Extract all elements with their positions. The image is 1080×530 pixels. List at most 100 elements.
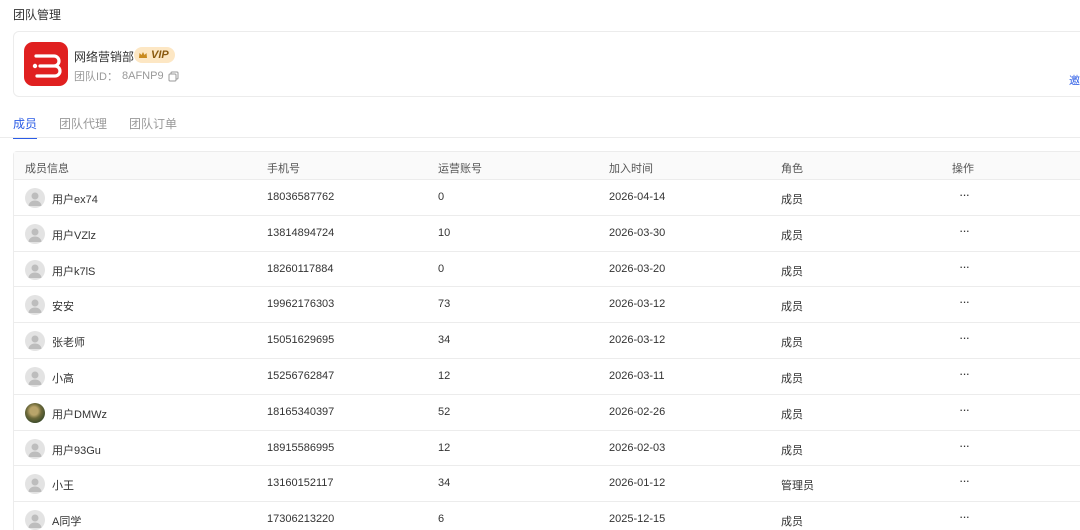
table-row: 张老师 15051629695 34 2026-03-12 成员 ··· <box>14 323 1080 359</box>
table-row: 用户DMWz 18165340397 52 2026-02-26 成员 ··· <box>14 395 1080 431</box>
table-body: 用户ex74 18036587762 0 2026-04-14 成员 ··· 用户VZlz 1… <box>14 180 1080 530</box>
member-role: 成员 <box>781 301 803 314</box>
avatar <box>25 331 45 352</box>
crown-icon <box>138 50 148 60</box>
member-name: 小王 <box>52 480 74 493</box>
avatar <box>25 474 45 495</box>
tab-team-orders[interactable]: 团队订单 <box>129 115 177 139</box>
table-row: A同学 17306213220 6 2025-12-15 成员 ··· <box>14 502 1080 530</box>
member-role: 成员 <box>781 516 803 529</box>
member-phone: 19962176303 <box>267 298 335 311</box>
header-role: 角色 <box>781 163 803 175</box>
member-joined: 2026-04-14 <box>609 191 666 203</box>
member-name: 安安 <box>52 301 74 314</box>
member-role: 成员 <box>781 408 803 421</box>
avatar <box>25 295 45 316</box>
member-accounts: 0 <box>438 191 445 203</box>
member-phone: 18260117884 <box>267 262 334 275</box>
member-accounts: 34 <box>438 334 451 347</box>
avatar <box>25 188 45 208</box>
tab-members[interactable]: 成员 <box>13 115 38 139</box>
team-id-label: 团队ID： <box>74 71 118 83</box>
member-phone: 13160152117 <box>267 477 334 490</box>
member-joined: 2026-02-03 <box>609 441 666 454</box>
avatar <box>25 259 45 280</box>
more-actions-button[interactable]: ··· <box>959 366 970 381</box>
member-joined: 2026-01-12 <box>609 477 666 490</box>
member-name: A同学 <box>52 516 82 529</box>
member-role: 成员 <box>781 194 803 206</box>
table-row: 用户k7lS 18260117884 0 2026-03-20 成员 ··· <box>14 252 1080 288</box>
member-role: 成员 <box>781 265 803 278</box>
member-phone: 18036587762 <box>267 191 335 203</box>
member-joined: 2026-03-12 <box>609 298 666 311</box>
table-row: 安安 19962176303 73 2026-03-12 成员 ··· <box>14 287 1080 324</box>
member-role: 成员 <box>781 229 803 242</box>
member-name: 用户93Gu <box>52 444 101 457</box>
more-actions-button[interactable]: ··· <box>959 509 970 524</box>
avatar <box>25 438 45 459</box>
team-id-value: 8AFNP9 <box>122 70 164 82</box>
vip-badge: VIP <box>134 47 175 63</box>
table-row: 用户ex74 18036587762 0 2026-04-14 成员 ··· <box>14 180 1080 216</box>
member-phone: 15051629695 <box>267 334 335 347</box>
vip-label: VIP <box>151 49 169 61</box>
member-phone: 17306213220 <box>267 513 335 526</box>
member-accounts: 12 <box>438 441 451 454</box>
member-name: 用户k7lS <box>52 265 96 278</box>
member-role: 管理员 <box>781 480 814 493</box>
member-joined: 2026-03-12 <box>609 334 666 347</box>
tab-bar: 成员 团队代理 团队订单 <box>13 115 177 139</box>
tabs-divider <box>0 137 1080 138</box>
header-member-info: 成员信息 <box>25 163 69 175</box>
member-phone: 15256762847 <box>267 369 335 382</box>
member-phone: 13814894724 <box>267 226 335 239</box>
member-joined: 2026-03-30 <box>609 226 666 239</box>
member-name: 用户ex74 <box>52 194 98 206</box>
tab-team-agents[interactable]: 团队代理 <box>59 115 107 139</box>
header-phone: 手机号 <box>267 163 300 175</box>
table-row: 小王 13160152117 34 2026-01-12 管理员 ··· <box>14 466 1080 503</box>
avatar <box>25 223 45 244</box>
member-joined: 2026-03-20 <box>609 262 666 275</box>
member-name: 用户VZlz <box>52 229 96 242</box>
more-actions-button[interactable]: ··· <box>959 330 970 345</box>
avatar <box>25 402 45 423</box>
header-accounts: 运营账号 <box>438 163 482 175</box>
table-header: 成员信息 手机号 运营账号 加入时间 角色 操作 <box>14 152 1080 180</box>
avatar <box>25 510 45 530</box>
member-accounts: 73 <box>438 298 451 311</box>
member-accounts: 10 <box>438 226 451 239</box>
team-id: 团队ID： 8AFNP9 <box>74 68 179 84</box>
member-accounts: 6 <box>438 513 445 526</box>
member-joined: 2025-12-15 <box>609 513 666 526</box>
more-actions-button[interactable]: ··· <box>959 402 970 417</box>
table-row: 用户93Gu 18915586995 12 2026-02-03 成员 ··· <box>14 431 1080 467</box>
more-actions-button[interactable]: ··· <box>959 187 970 202</box>
more-actions-button[interactable]: ··· <box>959 473 970 488</box>
member-accounts: 12 <box>438 369 451 382</box>
member-phone: 18165340397 <box>267 405 335 418</box>
page-title: 团队管理 <box>13 8 62 22</box>
table-row: 用户VZlz 13814894724 10 2026-03-30 成员 ··· <box>14 216 1080 252</box>
member-role: 成员 <box>781 337 803 350</box>
member-role: 成员 <box>781 372 803 385</box>
member-joined: 2026-02-26 <box>609 405 666 418</box>
more-actions-button[interactable]: ··· <box>959 438 970 453</box>
header-joined: 加入时间 <box>609 163 653 175</box>
member-accounts: 0 <box>438 262 445 275</box>
member-name: 张老师 <box>52 337 85 350</box>
team-logo-icon <box>24 42 68 86</box>
invite-link[interactable]: 邀 <box>1069 72 1080 88</box>
member-accounts: 34 <box>438 477 451 490</box>
more-actions-button[interactable]: ··· <box>959 259 970 274</box>
member-accounts: 52 <box>438 405 451 418</box>
more-actions-button[interactable]: ··· <box>959 223 970 238</box>
table-row: 小高 15256762847 12 2026-03-11 成员 ··· <box>14 359 1080 395</box>
member-phone: 18915586995 <box>267 441 335 454</box>
header-actions: 操作 <box>952 163 974 175</box>
more-actions-button[interactable]: ··· <box>959 294 970 309</box>
members-table: 成员信息 手机号 运营账号 加入时间 角色 操作 用户ex74 180365877… <box>13 151 1080 530</box>
copy-icon[interactable] <box>168 71 179 82</box>
member-role: 成员 <box>781 444 803 457</box>
